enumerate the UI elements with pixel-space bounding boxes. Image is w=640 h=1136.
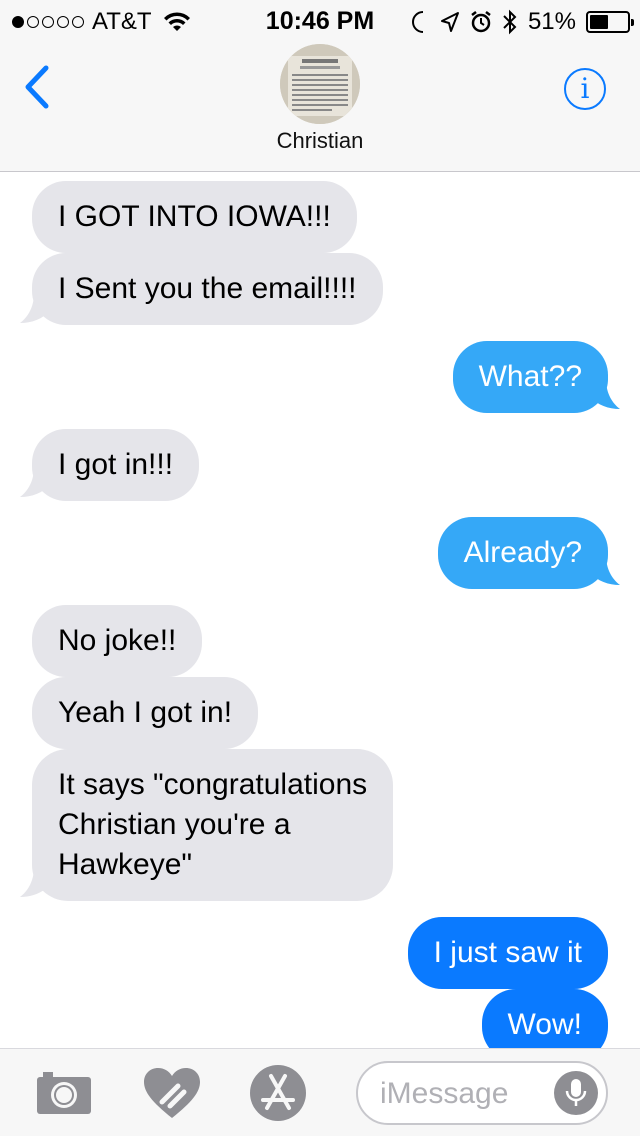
status-bar: AT&T 10:46 PM 51% [0, 0, 640, 40]
back-button[interactable] [18, 62, 58, 112]
outgoing-bubble-tail [590, 555, 620, 585]
incoming-bubble-tail [20, 867, 50, 897]
contact-avatar[interactable] [280, 44, 360, 124]
incoming-bubble-tail [20, 467, 50, 497]
status-indicators: 51% [410, 8, 634, 36]
incoming-message-bubble[interactable]: Yeah I got in! [32, 677, 259, 749]
message-text-line: Hawkeye" [58, 848, 193, 881]
moon-icon [411, 11, 424, 33]
outgoing-bubble-tail [590, 379, 620, 409]
message-text: Wow! [507, 1008, 582, 1041]
location-arrow-icon [440, 12, 459, 32]
message-text: Already? [463, 536, 582, 569]
info-button[interactable]: i [564, 68, 606, 110]
battery-percent: 51% [527, 8, 576, 35]
message-text: I GOT INTO IOWA!!! [58, 200, 331, 233]
digital-touch-icon [144, 1068, 200, 1118]
message-text: No joke!! [58, 624, 177, 657]
incoming-message-bubble[interactable]: It says "congratulations Christian you'r… [32, 749, 394, 901]
outgoing-message-bubble[interactable]: I just saw it [407, 917, 608, 989]
incoming-message-bubble[interactable]: I got in!!! [32, 429, 200, 501]
camera-icon [37, 1072, 91, 1114]
outgoing-message-bubble[interactable]: What?? [452, 341, 608, 413]
digital-touch-button[interactable] [142, 1065, 202, 1121]
app-store-icon [250, 1065, 306, 1121]
message-text: What?? [478, 360, 582, 393]
incoming-message-bubble[interactable]: No joke!! [32, 605, 203, 677]
chevron-left-icon [25, 65, 49, 109]
conversation-header: Christian i [0, 40, 640, 172]
message-text: I Sent you the email!!!! [58, 272, 357, 305]
message-text-line: It says "congratulations [58, 768, 368, 801]
imessage-input[interactable]: iMessage [356, 1061, 608, 1125]
battery-level [590, 15, 609, 29]
contact-name[interactable]: Christian [0, 128, 640, 154]
dictation-button[interactable] [554, 1071, 598, 1115]
app-store-button[interactable] [248, 1065, 308, 1121]
message-input-bar: iMessage [0, 1048, 640, 1136]
incoming-bubble-tail [20, 293, 50, 323]
message-text-line: Christian you're a [58, 808, 291, 841]
message-text: Yeah I got in! [58, 696, 233, 729]
alarm-icon [471, 11, 491, 33]
message-thread[interactable]: I GOT INTO IOWA!!! I Sent you the email!… [0, 173, 640, 1048]
outgoing-message-bubble[interactable]: Wow! [481, 989, 608, 1048]
incoming-message-bubble[interactable]: I Sent you the email!!!! [32, 253, 383, 325]
battery-icon [586, 11, 634, 33]
incoming-message-bubble[interactable]: I GOT INTO IOWA!!! [32, 181, 357, 253]
document-photo-thumbnail [280, 44, 360, 124]
message-text: I just saw it [433, 936, 582, 969]
outgoing-message-bubble[interactable]: Already? [437, 517, 608, 589]
message-text: I got in!!! [58, 448, 174, 481]
bluetooth-icon [503, 9, 517, 35]
camera-button[interactable] [34, 1065, 94, 1121]
microphone-icon [565, 1079, 587, 1106]
info-icon: i [580, 72, 590, 105]
imessage-placeholder: iMessage [380, 1077, 509, 1110]
